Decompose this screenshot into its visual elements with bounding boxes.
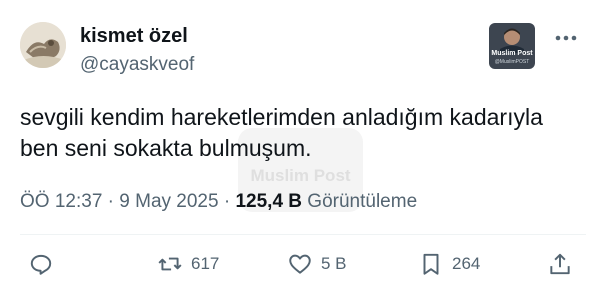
reply-icon <box>30 254 52 275</box>
divider <box>20 234 586 235</box>
meta-separator: · <box>223 191 231 212</box>
author-display-name[interactable]: kismet özel <box>80 24 188 48</box>
tweet-meta: ÖÖ 12:37 · 9 May 2025 · 125,4 B Görüntül… <box>20 190 417 214</box>
bookmark-button[interactable]: 264 <box>418 249 480 279</box>
bookmark-icon <box>423 253 439 275</box>
badge-title: Muslim Post <box>491 50 533 57</box>
meta-separator: · <box>107 191 114 212</box>
views-label: Görüntüleme <box>307 191 418 212</box>
tweet-text-line: ben seni sokakta bulmuşum. <box>20 135 312 161</box>
watermark-text: Muslim Post <box>250 166 351 185</box>
views-count: 125,4 B <box>235 191 303 212</box>
badge-subtitle: @MuslimPOST <box>494 59 530 65</box>
share-button[interactable] <box>547 249 573 279</box>
tweet-text-line: sevgili kendim hareketlerimden anladığım… <box>20 104 543 130</box>
reply-button[interactable] <box>28 249 54 279</box>
author-handle[interactable]: @cayaskveof <box>80 54 194 76</box>
like-count: 5 B <box>321 254 347 273</box>
bookmark-count: 264 <box>452 254 481 273</box>
post-time[interactable]: ÖÖ 12:37 <box>20 191 102 212</box>
retweet-icon <box>158 257 182 271</box>
avatar[interactable] <box>20 22 66 68</box>
tweet-text: sevgili kendim hareketlerimden anladığım… <box>20 102 595 164</box>
share-icon <box>550 253 570 275</box>
muslim-post-badge[interactable]: Muslim Post @MuslimPOST <box>489 23 535 69</box>
avatar-image <box>20 22 66 68</box>
retweet-count: 617 <box>191 254 220 273</box>
post-date[interactable]: 9 May 2025 <box>119 191 218 212</box>
like-button[interactable]: 5 B <box>287 249 347 279</box>
more-options-button[interactable] <box>552 24 580 52</box>
more-horizontal-icon <box>555 35 577 41</box>
heart-icon <box>289 254 311 274</box>
retweet-button[interactable]: 617 <box>157 249 219 279</box>
